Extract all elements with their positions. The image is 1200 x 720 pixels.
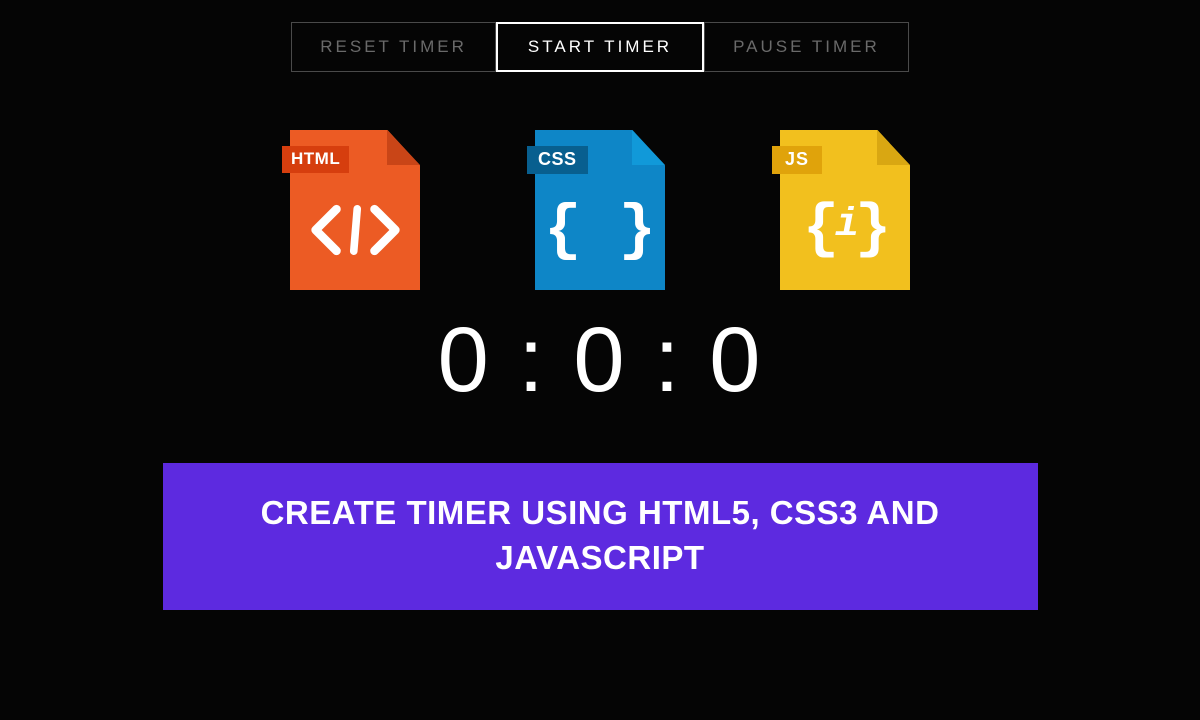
tech-icons-row: HTML CSS { } JS {i} — [0, 130, 1200, 290]
pause-button[interactable]: PAUSE TIMER — [704, 22, 909, 72]
timer-controls: RESET TIMER START TIMER PAUSE TIMER — [0, 0, 1200, 72]
start-button[interactable]: START TIMER — [496, 22, 704, 72]
css-badge: CSS — [527, 146, 588, 174]
reset-button[interactable]: RESET TIMER — [291, 22, 496, 72]
js-braces-icon: {i} — [780, 200, 910, 260]
css-file-icon: CSS { } — [535, 130, 665, 290]
timer-display: 0 : 0 : 0 — [0, 308, 1200, 413]
html-code-icon — [290, 200, 420, 265]
js-badge: JS — [772, 146, 822, 174]
html-file-icon: HTML — [290, 130, 420, 290]
html-badge: HTML — [282, 146, 349, 173]
js-file-icon: JS {i} — [780, 130, 910, 290]
css-braces-icon: { } — [535, 200, 665, 262]
title-banner: CREATE TIMER USING HTML5, CSS3 AND JAVAS… — [163, 463, 1038, 610]
